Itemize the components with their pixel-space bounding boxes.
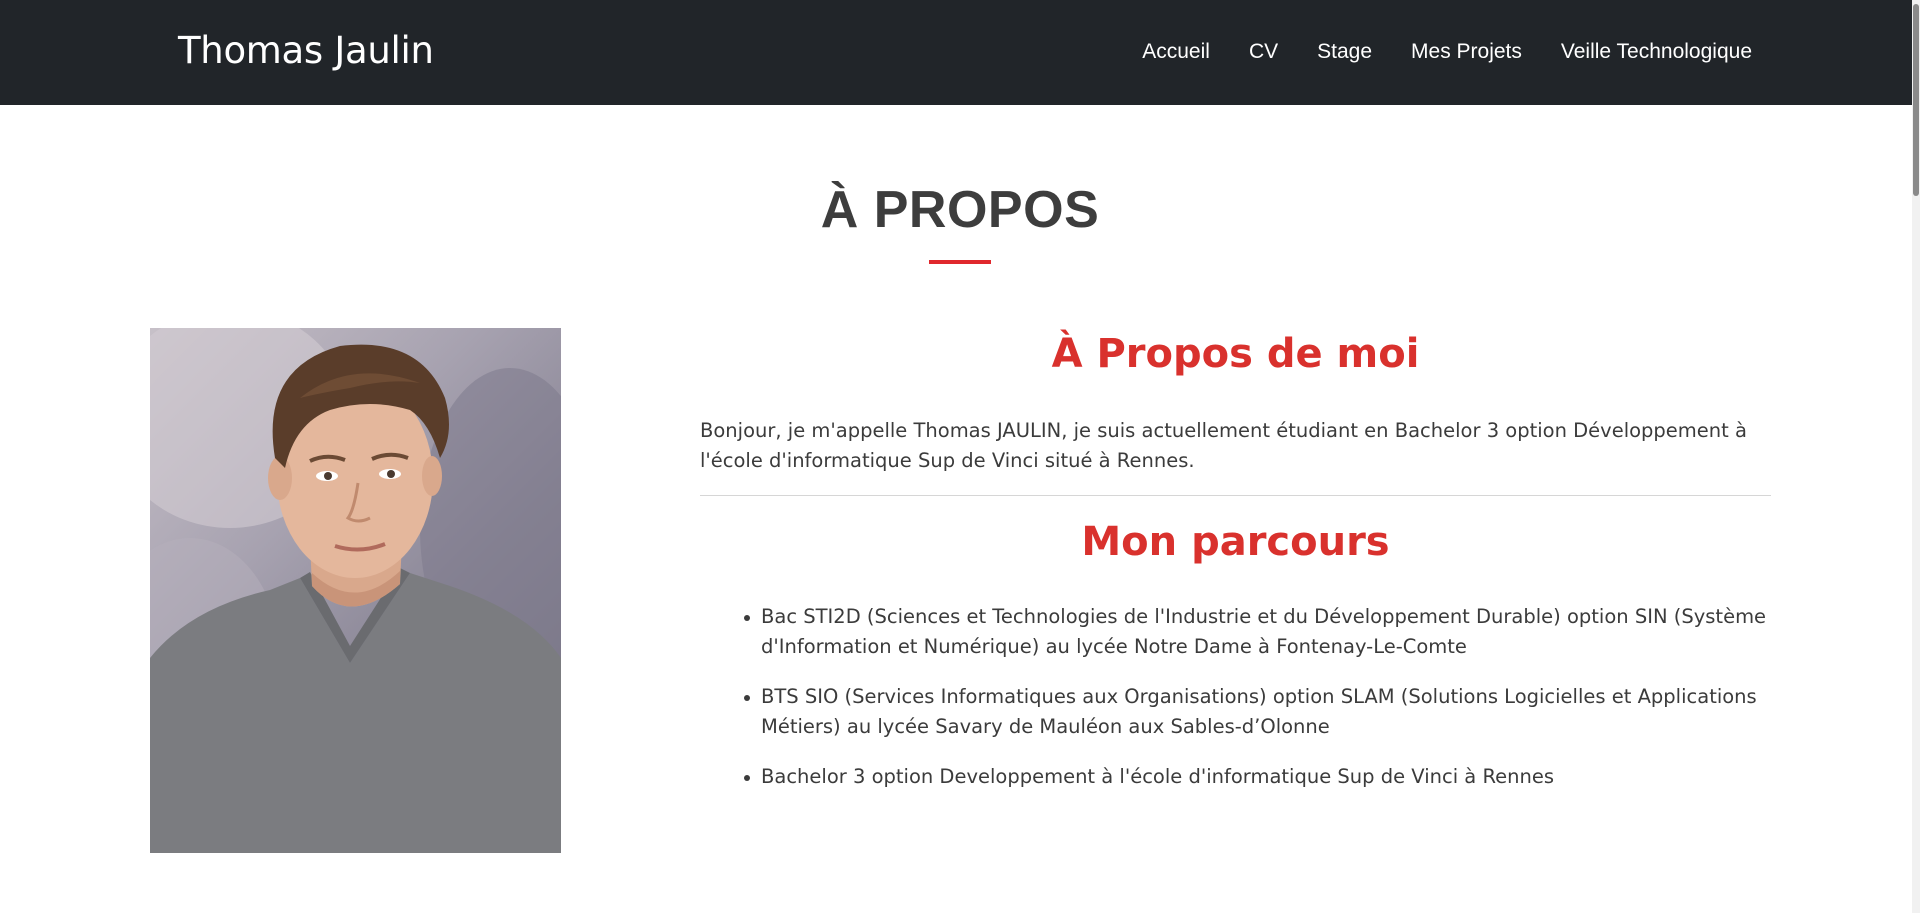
parcours-item-bachelor: Bachelor 3 option Developpement à l'écol… bbox=[744, 762, 1771, 792]
parcours-list: Bac STI2D (Sciences et Technologies de l… bbox=[700, 602, 1771, 792]
scrollbar-thumb[interactable] bbox=[1913, 4, 1919, 196]
profile-photo bbox=[150, 328, 561, 853]
top-navbar: Thomas Jaulin Accueil CV Stage Mes Proje… bbox=[0, 0, 1920, 105]
parcours-item-bts: BTS SIO (Services Informatiques aux Orga… bbox=[744, 682, 1771, 742]
parcours-item-bac: Bac STI2D (Sciences et Technologies de l… bbox=[744, 602, 1771, 662]
nav-link-cv[interactable]: CV bbox=[1249, 38, 1278, 66]
page-scrollbar[interactable] bbox=[1912, 0, 1920, 913]
parcours-heading: Mon parcours bbox=[1081, 519, 1390, 565]
about-content: À Propos de moi Bonjour, je m'appelle Th… bbox=[700, 328, 1771, 812]
nav-link-accueil[interactable]: Accueil bbox=[1142, 38, 1210, 66]
nav-link-stage[interactable]: Stage bbox=[1317, 38, 1372, 66]
section-divider bbox=[700, 495, 1771, 496]
nav-menu: Accueil CV Stage Mes Projets Veille Tech… bbox=[1103, 38, 1752, 66]
section-title: À PROPOS bbox=[820, 181, 1100, 239]
nav-link-veille-technologique[interactable]: Veille Technologique bbox=[1561, 38, 1752, 66]
about-me-heading: À Propos de moi bbox=[1051, 331, 1420, 377]
nav-link-mes-projets[interactable]: Mes Projets bbox=[1411, 38, 1522, 66]
about-me-intro: Bonjour, je m'appelle Thomas JAULIN, je … bbox=[700, 419, 1747, 472]
title-underline bbox=[929, 260, 991, 264]
site-brand[interactable]: Thomas Jaulin bbox=[178, 26, 434, 76]
